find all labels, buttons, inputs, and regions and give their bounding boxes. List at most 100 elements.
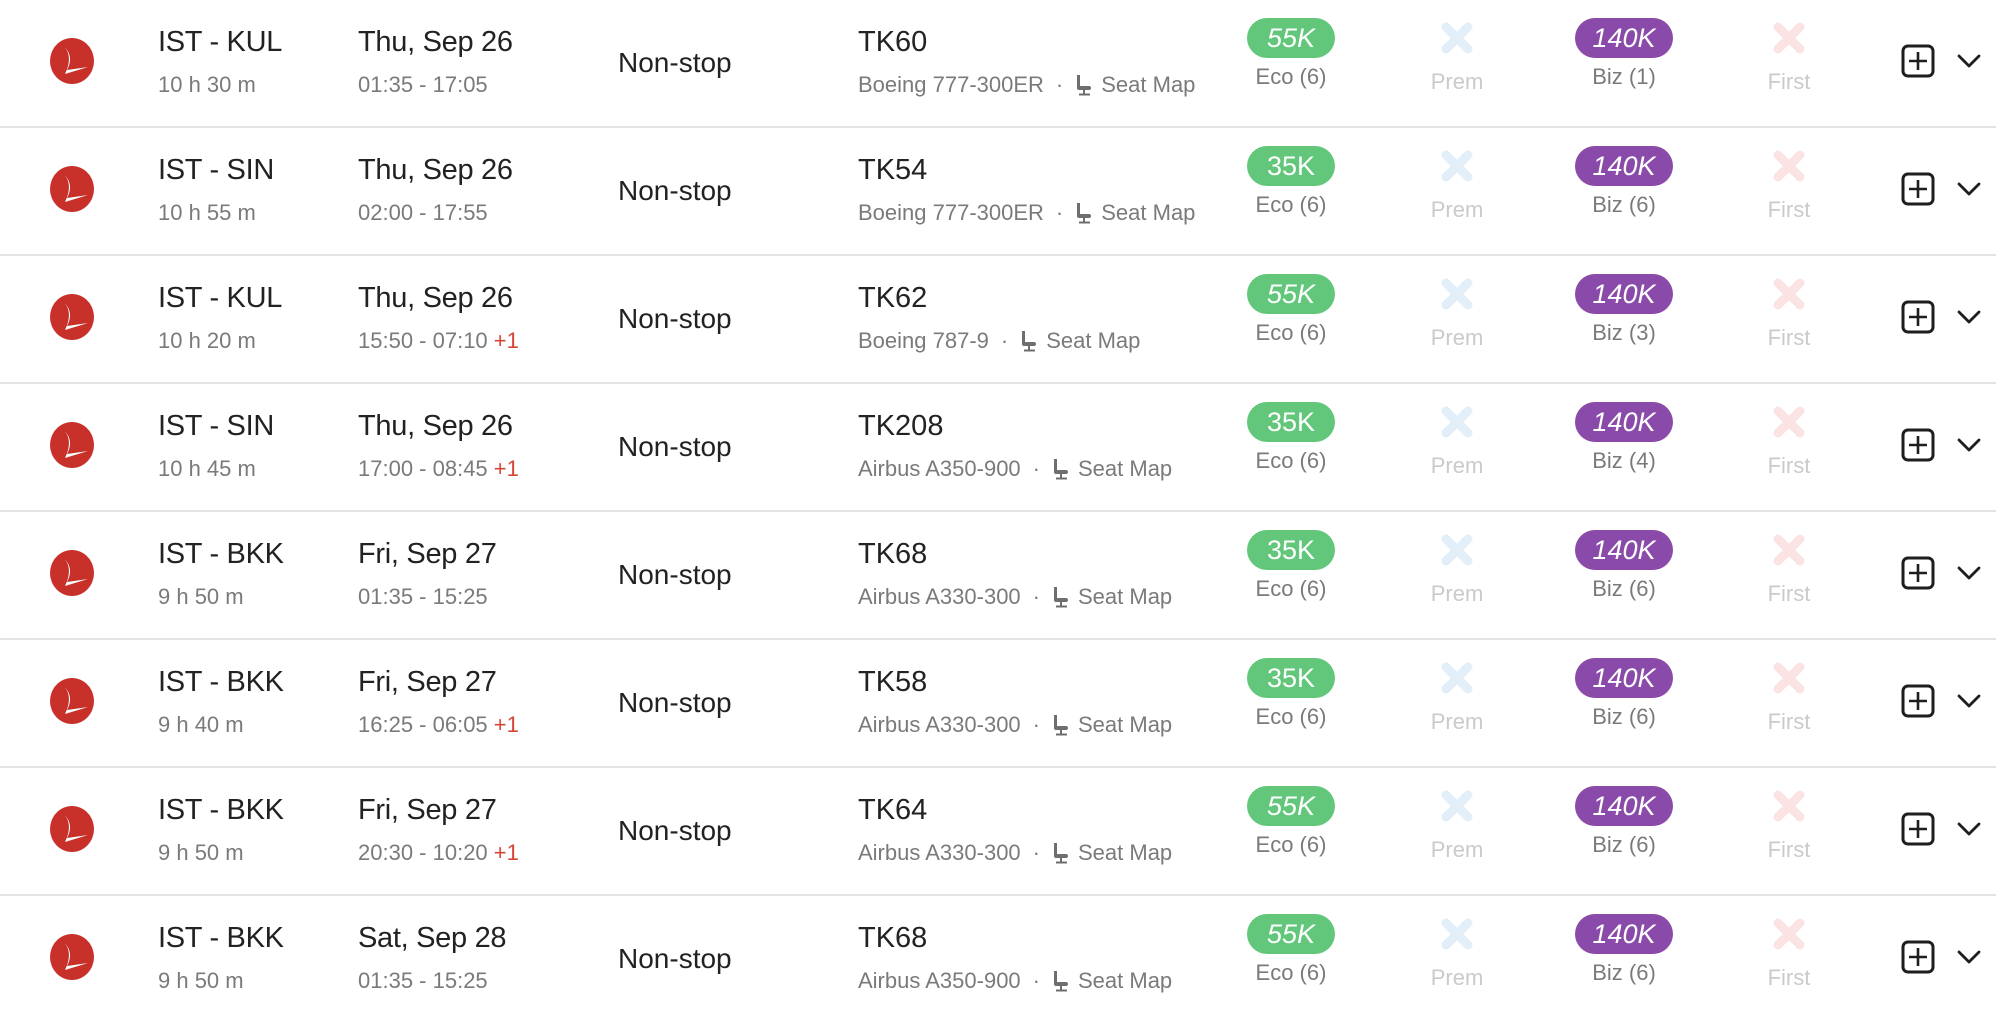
cabin-premium: Prem — [1387, 658, 1527, 735]
unavailable-x-icon — [1441, 150, 1473, 182]
separator: · — [1055, 72, 1064, 97]
turkish-airlines-logo-icon — [50, 422, 94, 468]
first-label: First — [1767, 197, 1811, 222]
business-price-badge[interactable]: 140K — [1575, 146, 1673, 186]
seat-map-link[interactable]: Seat Map — [1078, 968, 1172, 994]
business-price-badge[interactable]: 140K — [1575, 914, 1673, 954]
economy-price-badge[interactable]: 35K — [1247, 402, 1335, 442]
cabin-economy[interactable]: 55K Eco (6) — [1221, 18, 1361, 90]
flight-times: 01:35 - 17:05 — [358, 72, 488, 98]
business-price-badge[interactable]: 140K — [1575, 786, 1673, 826]
flight-row[interactable]: IST - BKK 9 h 50 m Fri, Sep 27 20:30 - 1… — [0, 768, 1996, 896]
unavailable-x-icon — [1773, 790, 1805, 822]
cabin-first: First — [1719, 274, 1859, 351]
aircraft-type: Airbus A330-300 — [858, 584, 1021, 609]
cabin-first: First — [1719, 786, 1859, 863]
economy-price-badge[interactable]: 55K — [1247, 274, 1335, 314]
cabin-business[interactable]: 140K Biz (4) — [1554, 402, 1694, 474]
seat-map-link[interactable]: Seat Map — [1046, 328, 1140, 354]
chevron-down-icon[interactable] — [1956, 818, 1982, 840]
chevron-down-icon[interactable] — [1956, 306, 1982, 328]
separator: · — [1032, 584, 1040, 609]
chevron-down-icon[interactable] — [1956, 178, 1982, 200]
seat-map-link[interactable]: Seat Map — [1078, 712, 1172, 738]
cabin-business[interactable]: 140K Biz (6) — [1554, 914, 1694, 986]
turkish-airlines-logo-icon — [50, 166, 94, 212]
aircraft-type: Airbus A330-300 — [858, 712, 1021, 737]
flight-row[interactable]: IST - BKK 9 h 40 m Fri, Sep 27 16:25 - 0… — [0, 640, 1996, 768]
chevron-down-icon[interactable] — [1956, 690, 1982, 712]
time-range: 01:35 - 15:25 — [358, 968, 488, 993]
cabin-economy[interactable]: 35K Eco (6) — [1221, 530, 1361, 602]
chevron-down-icon[interactable] — [1956, 434, 1982, 456]
cabin-business[interactable]: 140K Biz (6) — [1554, 530, 1694, 602]
cabin-business[interactable]: 140K Biz (6) — [1554, 146, 1694, 218]
cabin-economy[interactable]: 55K Eco (6) — [1221, 914, 1361, 986]
flight-number: TK54 — [858, 154, 928, 186]
cabin-economy[interactable]: 35K Eco (6) — [1221, 658, 1361, 730]
cabin-business[interactable]: 140K Biz (1) — [1554, 18, 1694, 90]
economy-price-badge[interactable]: 35K — [1247, 146, 1335, 186]
business-price-badge[interactable]: 140K — [1575, 530, 1673, 570]
flight-row[interactable]: IST - KUL 10 h 20 m Thu, Sep 26 15:50 - … — [0, 256, 1996, 384]
economy-price-badge[interactable]: 55K — [1247, 18, 1335, 58]
seat-map-link[interactable]: Seat Map — [1078, 456, 1172, 482]
economy-price-badge[interactable]: 35K — [1247, 658, 1335, 698]
route: IST - BKK — [158, 666, 284, 698]
flight-number: TK62 — [858, 282, 928, 314]
duration: 9 h 50 m — [158, 968, 244, 993]
flight-number: TK208 — [858, 410, 944, 442]
unavailable-x-icon — [1441, 22, 1473, 54]
add-flight-button[interactable] — [1901, 44, 1935, 78]
cabin-premium: Prem — [1387, 402, 1527, 479]
add-flight-button[interactable] — [1901, 300, 1935, 334]
add-flight-button[interactable] — [1901, 684, 1935, 718]
business-price-badge[interactable]: 140K — [1575, 402, 1673, 442]
unavailable-x-icon — [1773, 150, 1805, 182]
departure-date: Fri, Sep 27 — [358, 666, 497, 698]
economy-label: Eco (6) — [1255, 64, 1327, 89]
chevron-down-icon[interactable] — [1956, 946, 1982, 968]
add-flight-button[interactable] — [1901, 812, 1935, 846]
business-price-badge[interactable]: 140K — [1575, 658, 1673, 698]
add-flight-button[interactable] — [1901, 556, 1935, 590]
unavailable-x-icon — [1441, 662, 1473, 694]
add-flight-button[interactable] — [1901, 172, 1935, 206]
economy-label: Eco (6) — [1255, 320, 1327, 345]
economy-label: Eco (6) — [1255, 192, 1327, 217]
cabin-premium: Prem — [1387, 914, 1527, 991]
time-range: 01:35 - 15:25 — [358, 584, 488, 609]
economy-price-badge[interactable]: 55K — [1247, 786, 1335, 826]
flight-row[interactable]: IST - KUL 10 h 30 m Thu, Sep 26 01:35 - … — [0, 0, 1996, 128]
separator: · — [1032, 456, 1040, 481]
seat-map-link[interactable]: Seat Map — [1078, 584, 1172, 610]
add-flight-button[interactable] — [1901, 428, 1935, 462]
aircraft-type: Airbus A330-300 — [858, 840, 1021, 865]
cabin-economy[interactable]: 55K Eco (6) — [1221, 786, 1361, 858]
add-flight-button[interactable] — [1901, 940, 1935, 974]
turkish-airlines-logo-icon — [50, 934, 94, 980]
flight-row[interactable]: IST - BKK 9 h 50 m Sat, Sep 28 01:35 - 1… — [0, 896, 1996, 1016]
chevron-down-icon[interactable] — [1956, 562, 1982, 584]
departure-date: Thu, Sep 26 — [358, 410, 513, 442]
cabin-business[interactable]: 140K Biz (3) — [1554, 274, 1694, 346]
flight-row[interactable]: IST - BKK 9 h 50 m Fri, Sep 27 01:35 - 1… — [0, 512, 1996, 640]
seat-icon — [1054, 715, 1068, 736]
duration: 10 h 20 m — [158, 328, 256, 353]
economy-price-badge[interactable]: 35K — [1247, 530, 1335, 570]
cabin-economy[interactable]: 55K Eco (6) — [1221, 274, 1361, 346]
chevron-down-icon[interactable] — [1956, 50, 1982, 72]
seat-map-link[interactable]: Seat Map — [1101, 200, 1195, 226]
cabin-economy[interactable]: 35K Eco (6) — [1221, 146, 1361, 218]
economy-price-badge[interactable]: 55K — [1247, 914, 1335, 954]
business-price-badge[interactable]: 140K — [1575, 18, 1673, 58]
flight-row[interactable]: IST - SIN 10 h 55 m Thu, Sep 26 02:00 - … — [0, 128, 1996, 256]
cabin-business[interactable]: 140K Biz (6) — [1554, 658, 1694, 730]
cabin-business[interactable]: 140K Biz (6) — [1554, 786, 1694, 858]
seat-map-link[interactable]: Seat Map — [1101, 72, 1195, 98]
business-price-badge[interactable]: 140K — [1575, 274, 1673, 314]
flight-row[interactable]: IST - SIN 10 h 45 m Thu, Sep 26 17:00 - … — [0, 384, 1996, 512]
seat-map-link[interactable]: Seat Map — [1078, 840, 1172, 866]
cabin-economy[interactable]: 35K Eco (6) — [1221, 402, 1361, 474]
flight-times: 01:35 - 15:25 — [358, 968, 488, 994]
